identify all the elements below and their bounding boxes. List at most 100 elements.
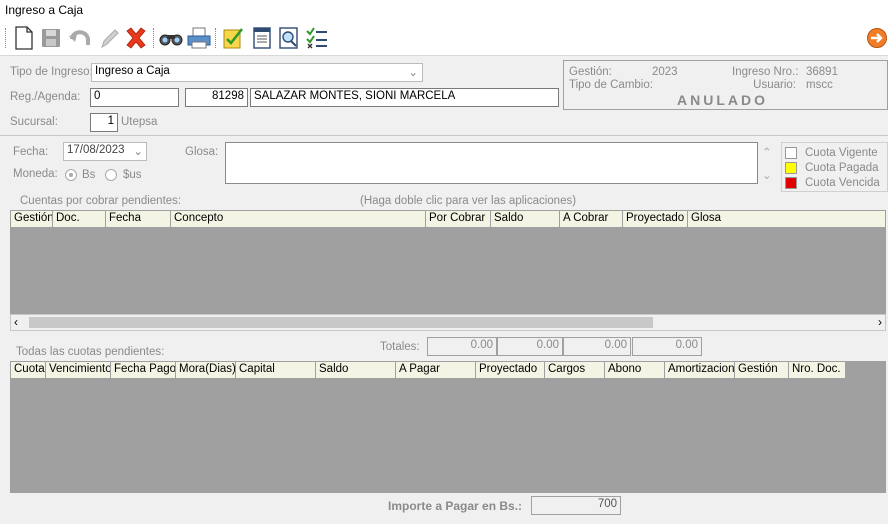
fecha-label: Fecha: <box>13 146 49 158</box>
toolbar-separator <box>153 28 154 48</box>
toolbar <box>0 22 888 56</box>
ingreso-nro-label: Ingreso Nro.: <box>732 66 799 78</box>
grid2-col-proyectado[interactable]: Proyectado <box>476 362 545 378</box>
grid2-col-abono[interactable]: Abono <box>605 362 665 378</box>
usuario-value: mscc <box>806 79 833 91</box>
moneda-sus-radio[interactable] <box>105 169 117 181</box>
grid1-header: Gestión Doc. Fecha Concepto Por Cobrar S… <box>10 210 886 228</box>
cliente-name-field[interactable]: SALAZAR MONTES, SIONI MARCELA <box>250 88 559 107</box>
grid2-col-vencimiento[interactable]: Vencimiento <box>46 362 111 378</box>
total-proyectado: 0.00 <box>497 337 563 356</box>
grid2-header-filler <box>846 361 886 379</box>
grid2-col-cuota[interactable]: Cuota <box>11 362 46 378</box>
reg-agenda-label: Reg./Agenda: <box>10 91 81 103</box>
toolbar-separator <box>215 28 216 48</box>
divider <box>0 135 888 136</box>
save-icon[interactable] <box>38 25 64 51</box>
grid1-hint: (Haga doble clic para ver las aplicacion… <box>360 195 577 207</box>
exit-icon[interactable] <box>864 25 888 51</box>
grid1-col-gestion[interactable]: Gestión <box>11 211 53 227</box>
edit-icon[interactable] <box>96 25 122 51</box>
grid1-caption: Cuentas por cobrar pendientes: <box>20 195 182 207</box>
approve-icon[interactable] <box>220 25 246 51</box>
grid2-col-saldo[interactable]: Saldo <box>316 362 396 378</box>
tipo-ingreso-select[interactable]: Ingreso a Caja ⌄ <box>91 63 423 82</box>
usuario-label: Usuario: <box>753 79 796 91</box>
preview-icon[interactable] <box>276 25 302 51</box>
moneda-sus-label: $us <box>123 169 142 181</box>
sucursal-label: Sucursal: <box>10 116 58 128</box>
scroll-up-icon[interactable]: ⌃ <box>762 145 772 159</box>
notepad-icon[interactable] <box>249 25 275 51</box>
grid2-col-gestion[interactable]: Gestión <box>735 362 789 378</box>
chevron-down-icon[interactable]: ⌄ <box>408 65 418 79</box>
glosa-label: Glosa: <box>185 146 219 158</box>
grid2-col-mora[interactable]: Mora(Dias) <box>176 362 236 378</box>
moneda-label: Moneda: <box>13 168 58 180</box>
moneda-bs-radio[interactable] <box>65 169 77 181</box>
legend-vencida-swatch <box>785 177 797 189</box>
ingreso-nro-value: 36891 <box>806 66 838 78</box>
grid2-col-fecha-pago[interactable]: Fecha Pago <box>111 362 176 378</box>
title-bar: Ingreso a Caja <box>0 0 888 22</box>
tipo-ingreso-label: Tipo de Ingreso: <box>10 66 93 78</box>
grid1-body[interactable] <box>10 228 886 314</box>
reg-agenda-field[interactable]: 0 <box>90 88 179 107</box>
legend-panel: Cuota Vigente Cuota Pagada Cuota Vencida <box>781 142 888 192</box>
grid2-caption: Todas las cuotas pendientes: <box>16 346 165 358</box>
legend-pagada-label: Cuota Pagada <box>805 162 879 174</box>
sucursal-name: Utepsa <box>121 116 158 128</box>
grid1-col-concepto[interactable]: Concepto <box>171 211 426 227</box>
scroll-down-icon[interactable]: ⌄ <box>762 168 772 182</box>
grid1-col-a-cobrar[interactable]: A Cobrar <box>560 211 623 227</box>
delete-icon[interactable] <box>123 25 149 51</box>
grid2-col-amortizacion[interactable]: Amortizacion <box>665 362 735 378</box>
fecha-value: 17/08/2023 <box>67 144 125 156</box>
importe-label: Importe a Pagar en Bs.: <box>388 499 523 513</box>
cliente-code-field[interactable]: 81298 <box>185 88 248 107</box>
toolbar-grip <box>5 28 6 48</box>
sucursal-field[interactable]: 1 <box>90 113 118 132</box>
grid1-col-fecha[interactable]: Fecha <box>106 211 171 227</box>
grid1-col-proyectado[interactable]: Proyectado <box>623 211 688 227</box>
total-cargos: 0.00 <box>563 337 631 356</box>
print-icon[interactable] <box>186 25 212 51</box>
checklist-icon[interactable] <box>304 25 330 51</box>
grid2-col-a-pagar[interactable]: A Pagar <box>396 362 476 378</box>
grid2-body[interactable] <box>10 379 886 493</box>
total-a-pagar: 0.00 <box>427 337 497 356</box>
calendar-dropdown-icon[interactable]: ⌄ <box>133 144 143 158</box>
info-panel: Gestión: 2023 Tipo de Cambio: Ingreso Nr… <box>563 60 888 110</box>
tipo-ingreso-value: Ingreso a Caja <box>95 65 170 77</box>
grid2-header: Cuota Vencimiento Fecha Pago Mora(Dias) … <box>10 361 846 379</box>
grid1-col-glosa[interactable]: Glosa <box>688 211 885 227</box>
undo-icon[interactable] <box>67 25 93 51</box>
scroll-right-icon[interactable]: › <box>878 315 882 329</box>
totales-label: Totales: <box>380 341 420 353</box>
grid1-hscrollbar[interactable]: ‹ › <box>10 314 886 331</box>
window-title: Ingreso a Caja <box>5 3 84 17</box>
tipo-cambio-label: Tipo de Cambio: <box>569 79 653 91</box>
glosa-textarea[interactable] <box>225 142 758 184</box>
grid1-col-saldo[interactable]: Saldo <box>491 211 560 227</box>
grid1-col-doc[interactable]: Doc. <box>53 211 106 227</box>
grid1-scroll-thumb[interactable] <box>29 317 653 328</box>
scroll-left-icon[interactable]: ‹ <box>14 315 18 329</box>
total-abono: 0.00 <box>632 337 702 356</box>
grid2-col-capital[interactable]: Capital <box>236 362 316 378</box>
legend-vigente-swatch <box>785 147 797 159</box>
grid2-col-nro-doc[interactable]: Nro. Doc. <box>789 362 845 378</box>
legend-vigente-label: Cuota Vigente <box>805 147 878 159</box>
gestion-label: Gestión: <box>569 66 612 78</box>
search-icon[interactable] <box>158 25 184 51</box>
grid2-col-cargos[interactable]: Cargos <box>545 362 605 378</box>
new-icon[interactable] <box>11 25 37 51</box>
gestion-value: 2023 <box>652 66 678 78</box>
status-badge: ANULADO <box>677 92 768 108</box>
fecha-field[interactable]: 17/08/2023 ⌄ <box>63 142 147 161</box>
legend-pagada-swatch <box>785 162 797 174</box>
grid1-col-por-cobrar[interactable]: Por Cobrar <box>426 211 491 227</box>
legend-vencida-label: Cuota Vencida <box>805 177 880 189</box>
importe-field: 700 <box>531 496 621 515</box>
moneda-bs-label: Bs <box>82 169 96 181</box>
